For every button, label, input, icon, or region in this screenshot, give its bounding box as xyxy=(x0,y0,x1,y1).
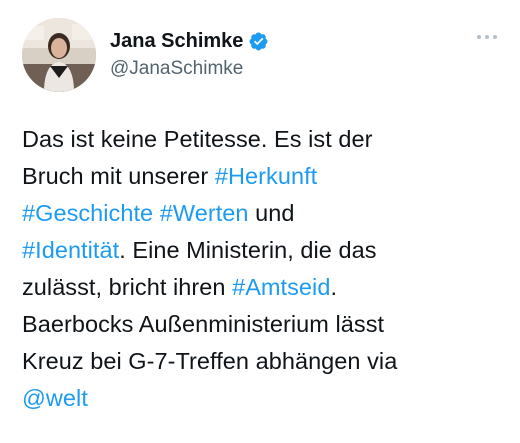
tweet-line: Das ist keine Petitesse. Es ist der xyxy=(22,121,504,158)
tweet-text-segment: Bruch mit unserer xyxy=(22,163,215,189)
tweet-line: #Geschichte #Werten und xyxy=(22,195,504,232)
tweet-line: Kreuz bei G-7-Treffen abhängen via xyxy=(22,343,504,380)
tweet-text-segment: und xyxy=(248,200,295,226)
hashtag-geschichte[interactable]: #Geschichte xyxy=(22,200,153,226)
tweet-text-segment: Kreuz bei G-7-Treffen abhängen via xyxy=(22,348,398,374)
more-options-button[interactable] xyxy=(470,22,504,52)
verified-badge-icon xyxy=(248,31,269,52)
tweet-line: Bruch mit unserer #Herkunft xyxy=(22,158,504,195)
author-display-name[interactable]: Jana Schimke xyxy=(110,28,243,54)
tweet-text-segment: . Eine Ministerin, die das xyxy=(119,237,377,263)
tweet-card: Jana Schimke @JanaSchimke Das ist keine … xyxy=(0,0,520,443)
more-options-icon xyxy=(477,35,497,39)
tweet-line: @welt xyxy=(22,380,504,417)
tweet-text-segment: zulässt, bricht ihren xyxy=(22,274,233,300)
hashtag-herkunft[interactable]: #Herkunft xyxy=(215,163,317,189)
tweet-text-segment: Das ist keine Petitesse. Es ist der xyxy=(22,126,373,152)
tweet-text-segment: . xyxy=(330,274,338,300)
tweet-text-segment xyxy=(153,200,160,226)
tweet-text: Das ist keine Petitesse. Es ist der Bruc… xyxy=(22,121,504,417)
hashtag-amtseid[interactable]: #Amtseid xyxy=(232,274,330,300)
author-avatar[interactable] xyxy=(22,18,96,92)
tweet-line: Baerbocks Außenministerium lässt xyxy=(22,306,504,343)
profile-photo xyxy=(22,18,96,92)
author-handle[interactable]: @JanaSchimke xyxy=(110,57,243,81)
tweet-text-segment: Baerbocks Außenministerium lässt xyxy=(22,311,385,337)
hashtag-identitaet[interactable]: #Identität xyxy=(22,237,119,263)
tweet-line: #Identität. Eine Ministerin, die das xyxy=(22,232,504,269)
author-name-row: Jana Schimke xyxy=(110,28,269,54)
mention-welt[interactable]: @welt xyxy=(22,385,88,411)
tweet-line: zulässt, bricht ihren #Amtseid. xyxy=(22,269,504,306)
hashtag-werten[interactable]: #Werten xyxy=(160,200,249,226)
